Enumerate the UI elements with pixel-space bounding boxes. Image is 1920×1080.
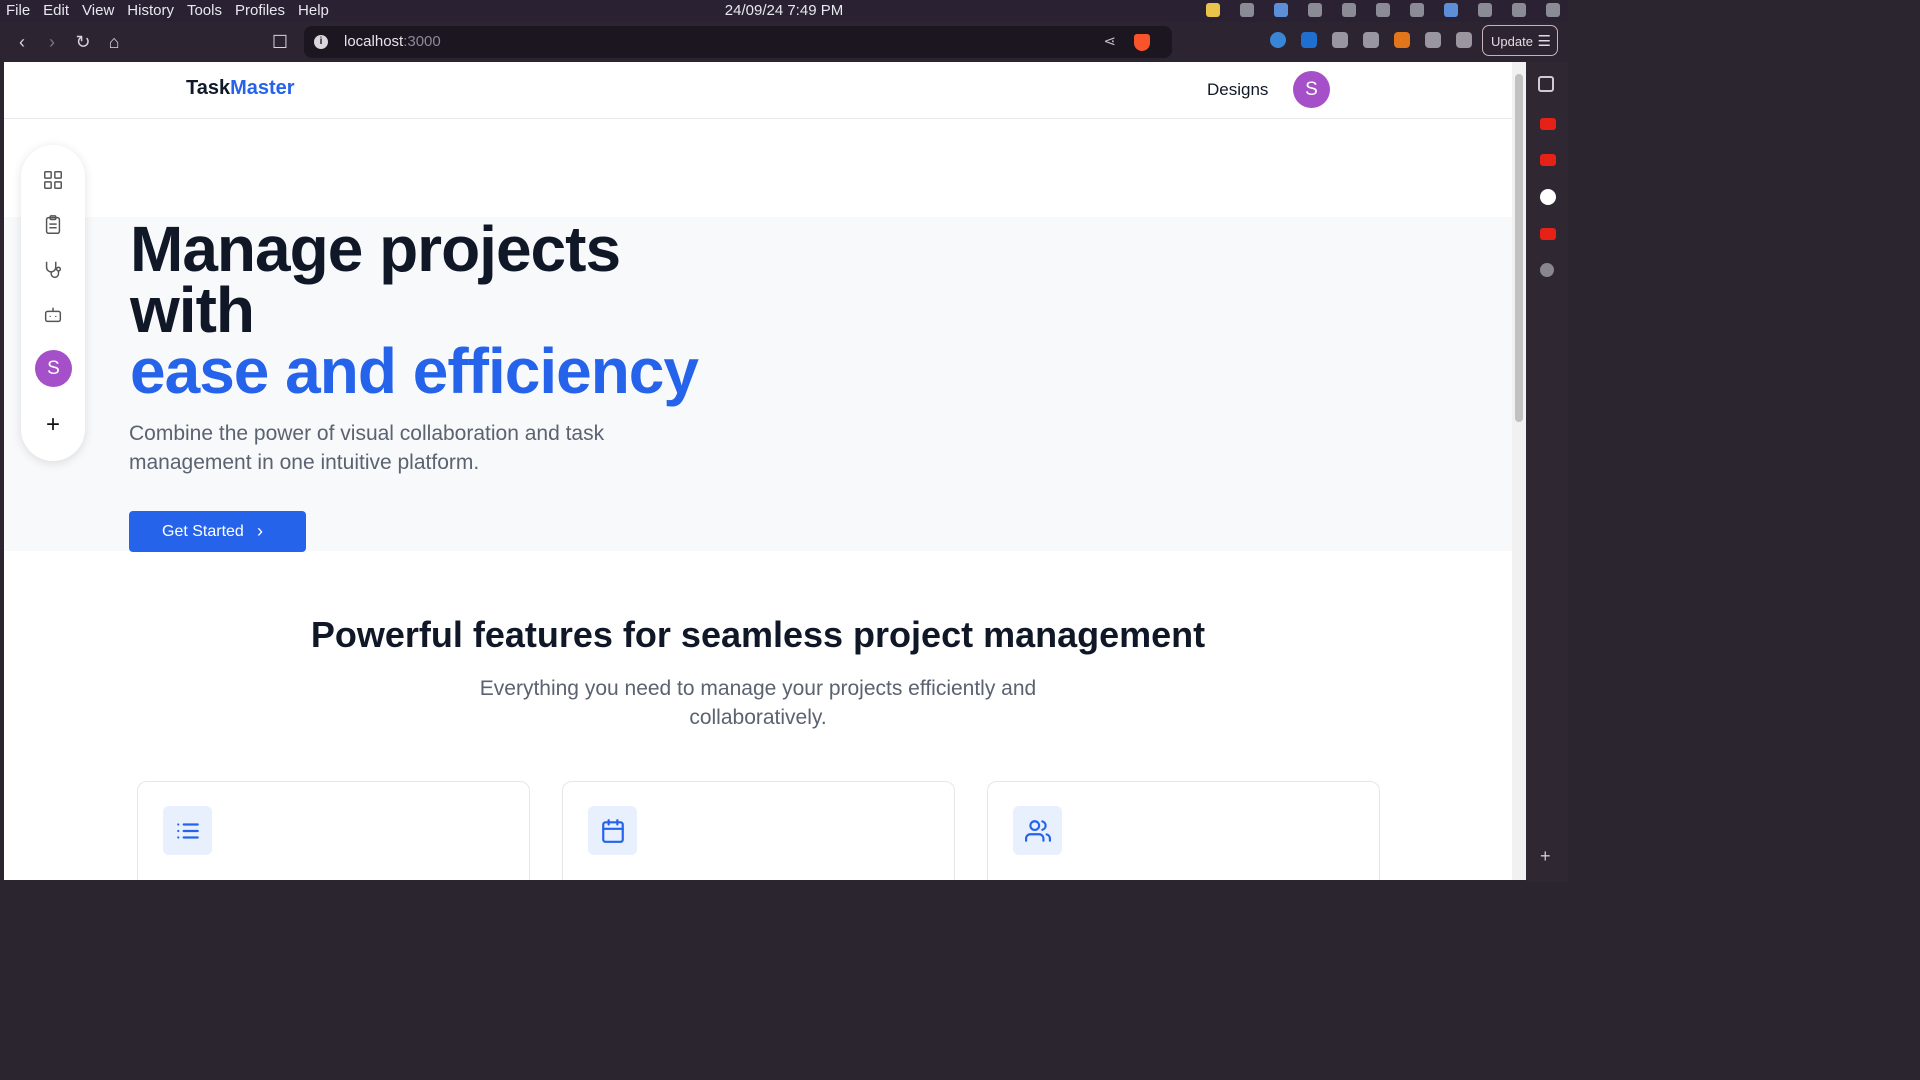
os-menus: File Edit View History Tools Profiles He… (6, 0, 329, 22)
features-heading: Powerful features for seamless project m… (310, 614, 1206, 655)
bot-icon[interactable] (42, 304, 64, 326)
stethoscope-icon[interactable] (42, 259, 64, 281)
window-tray-icon[interactable] (1308, 3, 1322, 17)
scrollbar-thumb[interactable] (1515, 74, 1523, 422)
feature-card (987, 781, 1380, 880)
reload-icon[interactable]: ↻ (71, 30, 95, 54)
site-info-icon[interactable]: i (314, 35, 328, 49)
grid-icon[interactable] (42, 169, 64, 191)
bluetooth-tray-icon[interactable] (1376, 3, 1390, 17)
menu-profiles[interactable]: Profiles (235, 0, 285, 22)
globe-icon[interactable] (1540, 263, 1554, 277)
calendar-icon (588, 806, 637, 855)
brave-shields-icon[interactable] (1134, 34, 1150, 51)
hero-title: Manage projects with ease and efficiency (130, 213, 699, 407)
chevron-down-icon[interactable] (1546, 3, 1560, 17)
volume-tray-icon[interactable] (1342, 3, 1356, 17)
menu-edit[interactable]: Edit (43, 0, 69, 22)
menu-view[interactable]: View (82, 0, 114, 22)
os-menu-bar: File Edit View History Tools Profiles He… (0, 0, 1568, 22)
music-icon[interactable] (1456, 32, 1472, 48)
url-text[interactable]: localhost:3000 (344, 26, 441, 58)
user-avatar[interactable]: S (1293, 71, 1330, 108)
page-scrollbar[interactable] (1512, 62, 1526, 880)
update-button[interactable]: Update ☰ (1482, 25, 1558, 56)
menu-tools[interactable]: Tools (187, 0, 222, 22)
browser-side-panel: + (1526, 62, 1568, 882)
home-icon[interactable]: ⌂ (102, 30, 126, 54)
app-header: TaskMaster Designs S (4, 62, 1512, 119)
extensions-area (1270, 32, 1472, 48)
menu-history[interactable]: History (127, 0, 174, 22)
get-started-button[interactable]: Get Started › (129, 511, 306, 552)
sidebar-toggle-icon[interactable] (1538, 76, 1554, 92)
users-icon (1013, 806, 1062, 855)
youtube-icon[interactable] (1540, 228, 1556, 240)
extension-2-icon[interactable] (1301, 32, 1317, 48)
youtube-icon[interactable] (1540, 118, 1556, 130)
puzzle-icon[interactable] (1425, 32, 1441, 48)
page-viewport: TaskMaster Designs S Manage projects wit… (4, 62, 1512, 880)
feature-card (137, 781, 530, 880)
add-panel-icon[interactable]: + (1540, 846, 1551, 867)
youtube-icon[interactable] (1540, 154, 1556, 166)
settings-tray-icon[interactable] (1240, 3, 1254, 17)
clipboard-tray-icon[interactable] (1274, 3, 1288, 17)
dock-avatar[interactable]: S (35, 350, 72, 387)
extension-3-icon[interactable] (1332, 32, 1348, 48)
features-subheading: Everything you need to manage your proje… (479, 677, 1037, 729)
menu-icon: ☰ (1537, 33, 1551, 50)
address-bar[interactable]: i localhost:3000 ⋖ (304, 26, 1172, 58)
triangle-app-icon[interactable] (1540, 189, 1556, 205)
notes-tray-icon[interactable] (1206, 3, 1220, 17)
add-icon[interactable]: + (43, 411, 63, 439)
device-tray-icon[interactable] (1444, 3, 1458, 17)
hero-lead: Combine the power of visual collaboratio… (129, 422, 605, 474)
share-icon[interactable]: ⋖ (1103, 26, 1116, 58)
nav-designs-link[interactable]: Designs (1207, 80, 1268, 100)
browser-toolbar: ‹ › ↻ ⌂ ☐ i localhost:3000 ⋖ Update ☰ (0, 22, 1568, 62)
extension-1-icon[interactable] (1270, 32, 1286, 48)
system-tray (1206, 3, 1560, 17)
feature-card (562, 781, 955, 880)
brightness-tray-icon[interactable] (1410, 3, 1424, 17)
floating-dock: S + (21, 145, 85, 461)
list-icon (163, 806, 212, 855)
menu-file[interactable]: File (6, 0, 30, 22)
bookmark-icon[interactable]: ☐ (268, 30, 292, 54)
app-logo[interactable]: TaskMaster (186, 77, 295, 100)
menu-help[interactable]: Help (298, 0, 329, 22)
clipboard-icon[interactable] (42, 214, 64, 236)
extension-4-icon[interactable] (1363, 32, 1379, 48)
wifi-tray-icon[interactable] (1478, 3, 1492, 17)
chevron-right-icon: › (257, 521, 263, 541)
back-icon[interactable]: ‹ (10, 30, 34, 54)
metamask-icon[interactable] (1394, 32, 1410, 48)
forward-icon[interactable]: › (40, 30, 64, 54)
battery-tray-icon[interactable] (1512, 3, 1526, 17)
